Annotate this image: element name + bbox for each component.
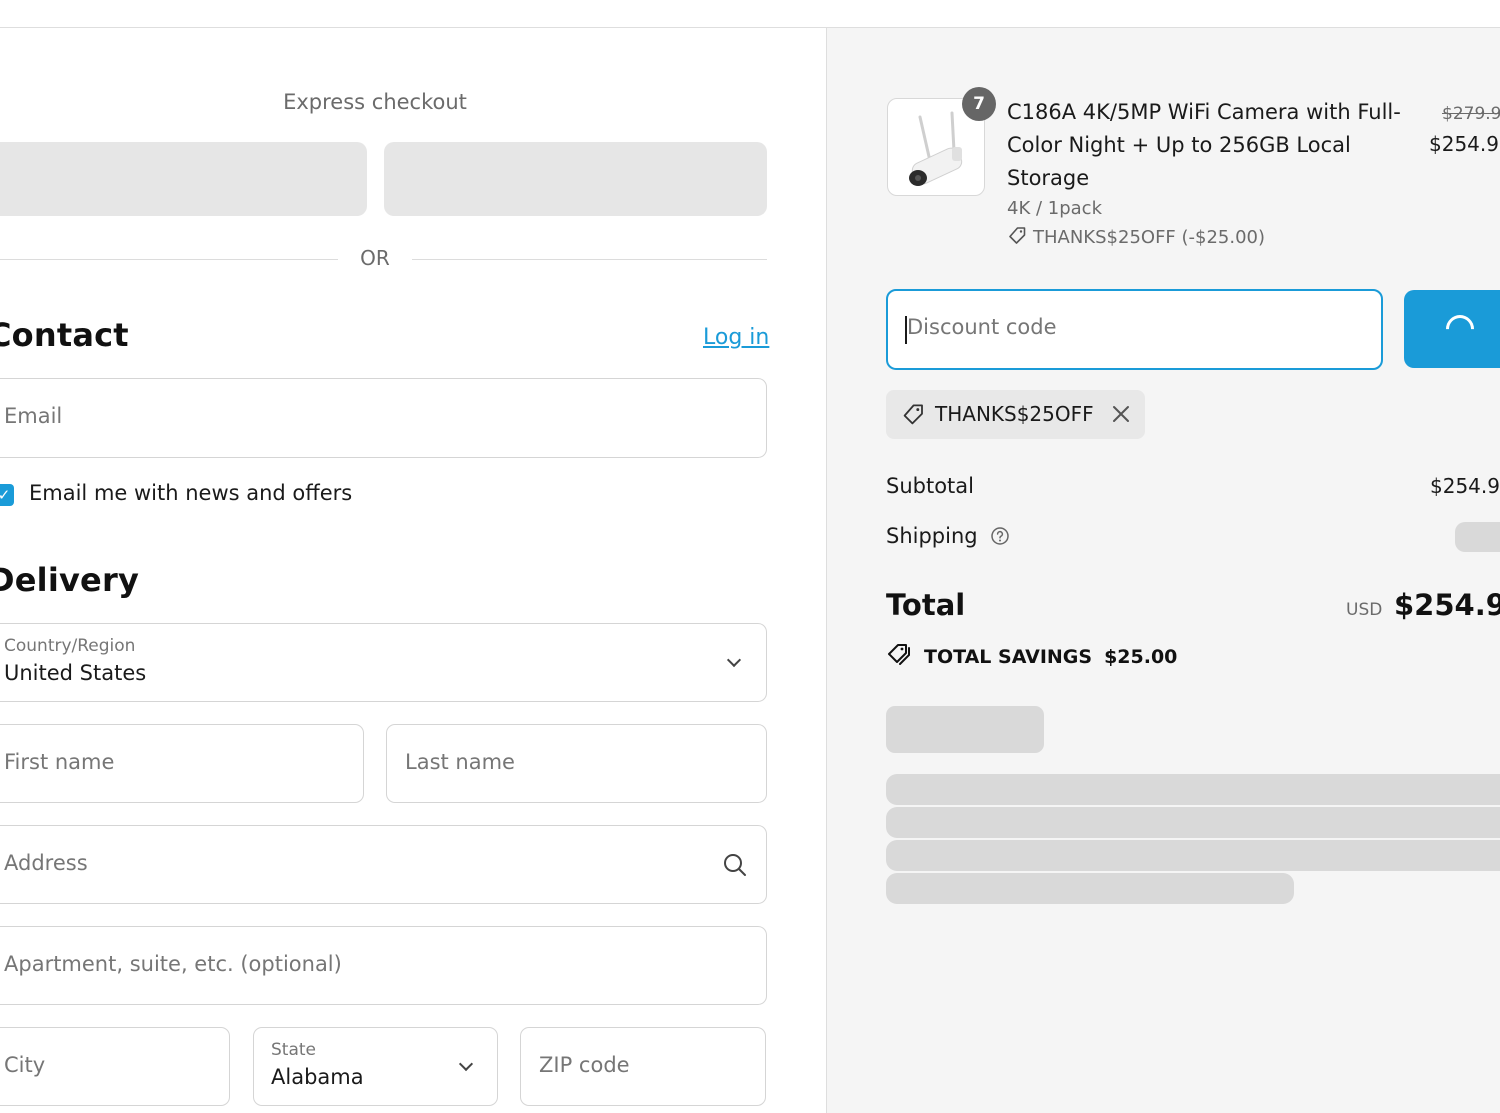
skeleton-line bbox=[886, 774, 1500, 805]
or-divider-right bbox=[412, 259, 767, 260]
product-variant: 4K / 1pack bbox=[1007, 198, 1102, 219]
city-field[interactable]: City bbox=[0, 1027, 230, 1106]
or-divider-left bbox=[0, 259, 338, 260]
subtotal-label: Subtotal bbox=[886, 474, 974, 498]
country-select[interactable]: Country/Region United States bbox=[0, 623, 767, 702]
login-link[interactable]: Log in bbox=[703, 325, 769, 350]
email-placeholder: Email bbox=[4, 404, 63, 428]
product-discount: THANKS$25OFF (-$25.00) bbox=[1007, 226, 1265, 248]
newsletter-checkbox[interactable]: ✓ bbox=[0, 484, 14, 506]
skeleton-line bbox=[886, 873, 1294, 904]
country-label: Country/Region bbox=[4, 636, 136, 656]
first-name-field[interactable]: First name bbox=[0, 724, 364, 803]
help-icon[interactable] bbox=[990, 526, 1010, 546]
shipping-label: Shipping bbox=[886, 524, 1010, 548]
express-pay-button-2[interactable] bbox=[384, 142, 767, 216]
chevron-down-icon bbox=[458, 1056, 474, 1072]
state-value: Alabama bbox=[271, 1065, 364, 1089]
contact-heading: Contact bbox=[0, 316, 129, 354]
shipping-label-text: Shipping bbox=[886, 524, 978, 548]
quantity-badge: 7 bbox=[962, 87, 996, 121]
search-icon bbox=[724, 854, 746, 876]
apartment-placeholder: Apartment, suite, etc. (optional) bbox=[4, 952, 342, 976]
discount-code-input[interactable]: Discount code bbox=[886, 289, 1383, 370]
shipping-value-loading bbox=[1455, 522, 1500, 552]
product-discount-text: THANKS$25OFF (-$25.00) bbox=[1033, 227, 1266, 248]
discount-code-placeholder: Discount code bbox=[907, 315, 1057, 339]
city-placeholder: City bbox=[4, 1053, 46, 1077]
total-savings-value: $25.00 bbox=[1104, 646, 1178, 668]
express-pay-button-1[interactable] bbox=[0, 142, 367, 216]
address-placeholder: Address bbox=[4, 851, 88, 875]
applied-discount-chip: THANKS$25OFF bbox=[886, 390, 1145, 439]
price-original: $279.9 bbox=[1442, 104, 1500, 124]
skeleton-line bbox=[886, 840, 1500, 871]
applied-discount-code: THANKS$25OFF bbox=[935, 402, 1094, 426]
total-savings: TOTAL SAVINGS $25.00 bbox=[886, 643, 1177, 668]
total-value: $254.9 bbox=[1394, 588, 1500, 622]
top-bar bbox=[0, 0, 1500, 28]
newsletter-label: Email me with news and offers bbox=[29, 481, 353, 505]
first-name-placeholder: First name bbox=[4, 750, 115, 774]
delivery-heading: Delivery bbox=[0, 561, 140, 599]
tag-icon bbox=[1009, 227, 1026, 244]
checkout-form-panel: Express checkout OR Contact Log in Email… bbox=[0, 28, 827, 1113]
order-summary-panel: 7 C186A 4K/5MP WiFi Camera with Full-Col… bbox=[827, 28, 1500, 1113]
state-label: State bbox=[271, 1040, 316, 1060]
tag-icon bbox=[903, 404, 923, 425]
last-name-placeholder: Last name bbox=[405, 750, 515, 774]
email-field[interactable]: Email bbox=[0, 378, 767, 458]
last-name-field[interactable]: Last name bbox=[386, 724, 767, 803]
apartment-field[interactable]: Apartment, suite, etc. (optional) bbox=[0, 926, 767, 1005]
total-label: Total bbox=[886, 588, 966, 622]
zip-placeholder: ZIP code bbox=[539, 1053, 630, 1077]
zip-field[interactable]: ZIP code bbox=[520, 1027, 766, 1106]
apply-discount-button[interactable] bbox=[1404, 290, 1500, 368]
subtotal-value: $254.9 bbox=[1430, 474, 1500, 498]
state-select[interactable]: State Alabama bbox=[253, 1027, 498, 1106]
or-divider-text: OR bbox=[360, 246, 390, 270]
price-current: $254.9 bbox=[1429, 132, 1499, 156]
skeleton-line bbox=[886, 807, 1500, 838]
chevron-down-icon bbox=[726, 652, 742, 668]
country-value: United States bbox=[4, 661, 147, 685]
product-title: C186A 4K/5MP WiFi Camera with Full-Color… bbox=[1007, 100, 1401, 190]
close-icon[interactable] bbox=[1111, 404, 1131, 424]
address-field[interactable]: Address bbox=[0, 825, 767, 904]
skeleton-block bbox=[886, 706, 1044, 753]
loading-spinner-icon bbox=[1440, 309, 1480, 349]
currency-label: USD bbox=[1346, 600, 1383, 620]
tags-icon bbox=[888, 644, 910, 665]
express-checkout-title: Express checkout bbox=[283, 90, 467, 114]
total-savings-label: TOTAL SAVINGS bbox=[924, 646, 1093, 668]
